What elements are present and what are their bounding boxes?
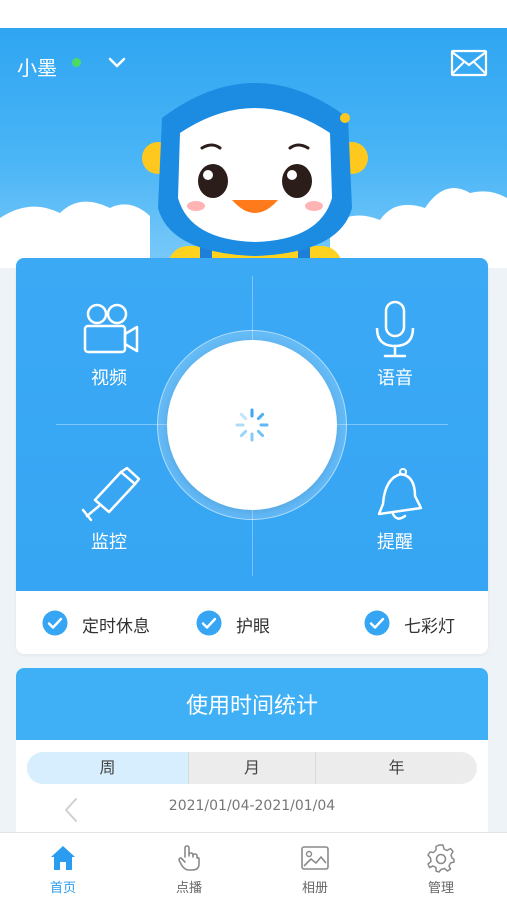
tap-hand-icon xyxy=(178,845,200,871)
date-range: 2021/01/04-2021/01/04 xyxy=(168,798,336,814)
usage-stats-card: 使用时间统计 周 月 年 2021/01/04-2021/01/04 xyxy=(16,668,488,838)
loading-spinner-icon xyxy=(235,408,269,442)
check-circle-icon xyxy=(364,610,390,636)
monitor-label: 监控 xyxy=(91,532,127,553)
mail-icon[interactable] xyxy=(450,48,488,78)
tab-label: 相册 xyxy=(301,881,328,896)
check-circle-icon xyxy=(196,610,222,636)
reminder-label: 提醒 xyxy=(377,532,413,553)
tab-on-demand[interactable]: 点播 xyxy=(126,833,252,900)
tab-month[interactable]: 月 xyxy=(189,752,315,784)
tab-year[interactable]: 年 xyxy=(316,752,477,784)
toggle-label: 定时休息 xyxy=(82,617,150,637)
tab-home[interactable]: 首页 xyxy=(0,833,126,900)
online-status-dot xyxy=(72,58,81,67)
video-button[interactable]: 视频 xyxy=(54,300,164,410)
home-icon xyxy=(51,846,75,870)
video-camera-icon xyxy=(83,303,139,354)
toggle-label: 七彩灯 xyxy=(404,617,455,637)
video-label: 视频 xyxy=(91,368,127,389)
status-bar xyxy=(0,0,507,28)
check-circle-icon xyxy=(42,610,68,636)
bell-icon xyxy=(377,468,423,520)
photo-album-icon xyxy=(301,846,329,870)
tab-label: 首页 xyxy=(49,881,76,896)
toggle-eye-care[interactable]: 护眼 xyxy=(196,609,296,637)
voice-button[interactable]: 语音 xyxy=(340,300,450,410)
feature-toggles: 定时休息 护眼 七彩灯 xyxy=(16,591,488,654)
function-grid: 视频 语音 监控 提醒 xyxy=(16,258,488,591)
monitor-button[interactable]: 监控 xyxy=(54,464,164,574)
tab-week[interactable]: 周 xyxy=(27,752,188,784)
reminder-button[interactable]: 提醒 xyxy=(340,464,450,574)
function-panel: 视频 语音 监控 提醒 定时休息 护眼 七彩灯 xyxy=(16,258,488,654)
chevron-down-icon[interactable] xyxy=(106,51,128,73)
stats-header: 使用时间统计 xyxy=(16,668,488,740)
period-segmented-control: 周 月 年 xyxy=(27,752,477,784)
security-camera-icon xyxy=(81,466,141,522)
hero-banner: 小墨 xyxy=(0,28,507,268)
stats-title: 使用时间统计 xyxy=(185,694,318,719)
tab-album[interactable]: 相册 xyxy=(252,833,378,900)
toggle-label: 护眼 xyxy=(236,617,270,637)
gear-icon xyxy=(427,844,455,873)
tab-label: 管理 xyxy=(427,881,454,896)
voice-label: 语音 xyxy=(377,368,413,389)
toggle-rainbow-light[interactable]: 七彩灯 xyxy=(364,609,474,637)
toggle-scheduled-rest[interactable]: 定时休息 xyxy=(42,609,172,637)
robot-mascot-illustration xyxy=(142,83,368,268)
center-action-button[interactable] xyxy=(167,340,337,510)
microphone-icon xyxy=(375,300,415,358)
bottom-tab-bar: 首页 点播 相册 管理 xyxy=(0,832,507,900)
tab-manage[interactable]: 管理 xyxy=(378,833,504,900)
device-name[interactable]: 小墨 xyxy=(17,52,57,81)
tab-label: 点播 xyxy=(175,881,202,896)
